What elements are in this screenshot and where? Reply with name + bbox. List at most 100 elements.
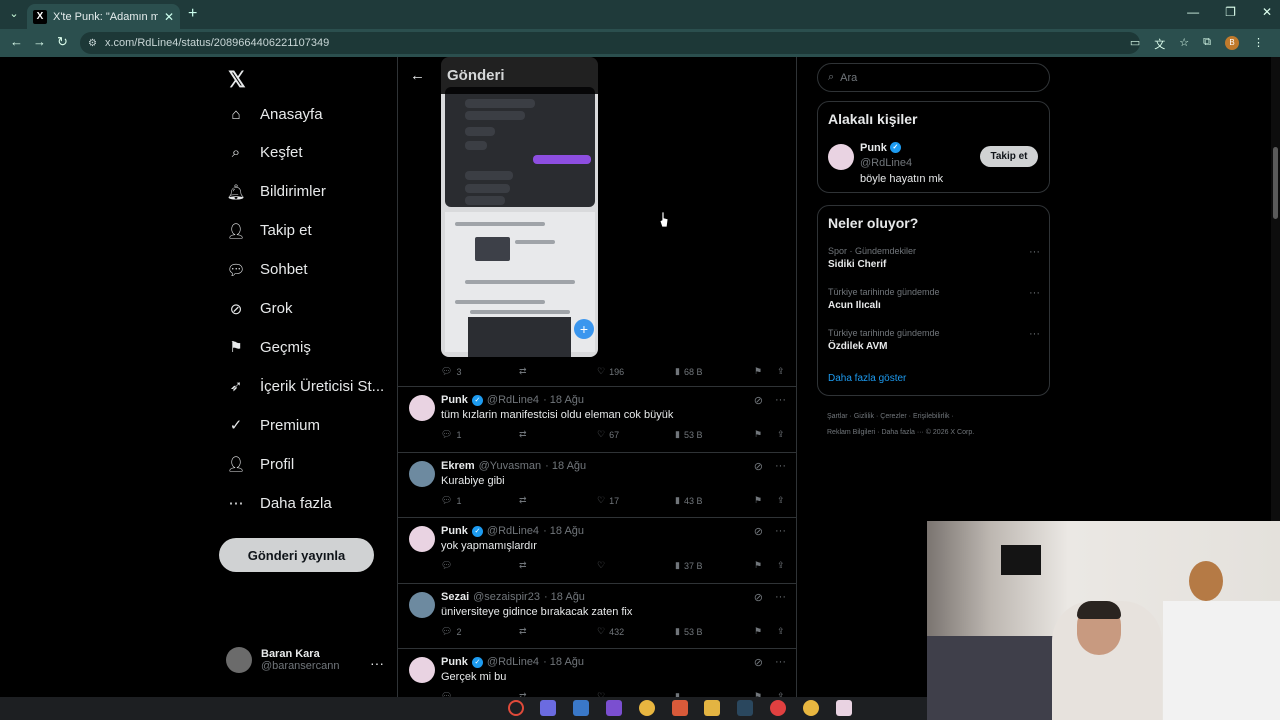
nav-item[interactable]: ➶ İçerik Üreticisi St...: [226, 376, 384, 396]
author-name[interactable]: Punk: [441, 656, 468, 668]
cast-icon[interactable]: ▭: [1130, 36, 1140, 52]
share-icon[interactable]: ⇪: [777, 429, 785, 440]
trend-more-icon[interactable]: ···: [1029, 328, 1040, 340]
reply-action[interactable]: 💬︎ 2: [441, 626, 461, 637]
views-action[interactable]: ▮ 43 B: [675, 495, 702, 506]
opera-icon[interactable]: [508, 700, 524, 716]
reply-action[interactable]: 💬︎ 3: [441, 366, 461, 377]
scrollbar-thumb[interactable]: [1273, 147, 1278, 219]
reply-action[interactable]: 💬︎: [441, 560, 456, 571]
author-handle[interactable]: @Yuvasman: [479, 460, 542, 472]
account-switcher[interactable]: Baran Kara @baransercann: [226, 647, 339, 673]
repost-icon[interactable]: ⇄: [519, 560, 527, 571]
page-scrollbar[interactable]: [1271, 57, 1280, 521]
more-options-icon[interactable]: ···: [775, 591, 786, 604]
more-options-icon[interactable]: ···: [775, 656, 786, 669]
chrome-icon[interactable]: [639, 700, 655, 716]
nav-item[interactable]: 👤︎ Profil: [226, 454, 294, 474]
trend-item[interactable]: Türkiye tarihinde gündemde Özdilek AVM ·…: [828, 328, 1040, 352]
reply-tweet[interactable]: Punk ✓ @RdLine4 · 18 Ağu ⊘ ··· Gerçek mi…: [398, 648, 796, 697]
reload-icon[interactable]: ↻: [57, 34, 68, 50]
nav-item[interactable]: ⚑ Geçmiş: [226, 337, 311, 357]
avatar[interactable]: [409, 657, 435, 683]
repost-icon[interactable]: ⇄: [519, 495, 527, 506]
share-icon[interactable]: ⇪: [777, 495, 785, 506]
nav-item[interactable]: ⊘ Grok: [226, 299, 293, 319]
follow-button[interactable]: Takip et: [980, 146, 1038, 167]
like-action[interactable]: ♡ 17: [597, 495, 619, 506]
app-icon[interactable]: [836, 700, 852, 716]
views-action[interactable]: ▮ 53 B: [675, 626, 702, 637]
folder-icon[interactable]: [704, 700, 720, 716]
close-tab-icon[interactable]: ✕: [164, 10, 174, 24]
show-more-link[interactable]: Daha fazla göster: [828, 373, 906, 384]
author-handle[interactable]: @RdLine4: [487, 394, 539, 406]
search-box[interactable]: ⌕: [817, 63, 1050, 92]
author-name[interactable]: Ekrem: [441, 460, 475, 472]
translate-icon[interactable]: 文: [1154, 36, 1165, 52]
avatar[interactable]: [409, 526, 435, 552]
address-bar[interactable]: ⚙ x.com/RdLine4/status/20896644062211073…: [80, 32, 1140, 54]
nav-item[interactable]: ⋯ Daha fazla: [226, 493, 332, 513]
repost-icon[interactable]: ⇄: [519, 626, 527, 637]
grok-icon[interactable]: ⊘: [754, 656, 763, 669]
nav-item[interactable]: 👤︎ Takip et: [226, 221, 311, 241]
app-icon[interactable]: [573, 700, 589, 716]
tweet-time[interactable]: · 18 Ağu: [543, 525, 584, 537]
share-icon[interactable]: ⇪: [777, 626, 785, 637]
steam-icon[interactable]: [737, 700, 753, 716]
grok-icon[interactable]: ⊘: [754, 591, 763, 604]
like-action[interactable]: ♡ 432: [597, 626, 624, 637]
reply-action[interactable]: 💬︎ 1: [441, 429, 461, 440]
author-handle[interactable]: @RdLine4: [487, 525, 539, 537]
trend-more-icon[interactable]: ···: [1029, 246, 1040, 258]
reply-tweet[interactable]: Punk ✓ @RdLine4 · 18 Ağu ⊘ ··· tüm kızla…: [398, 386, 796, 452]
tweet-time[interactable]: · 18 Ağu: [543, 394, 584, 406]
tweet-time[interactable]: · 18 Ağu: [543, 656, 584, 668]
views-action[interactable]: ▮ 37 B: [675, 560, 702, 571]
footer-line[interactable]: Reklam Bilgileri · Daha fazla ··· © 2026…: [827, 425, 1047, 441]
restore-icon[interactable]: ❐: [1225, 5, 1236, 19]
like-action[interactable]: ♡: [597, 560, 609, 571]
bookmark-icon[interactable]: ⚑: [754, 560, 762, 571]
avatar[interactable]: [409, 395, 435, 421]
reply-tweet[interactable]: Sezai @sezaispir23 · 18 Ağu ⊘ ··· üniver…: [398, 583, 796, 649]
nav-item[interactable]: ⌂ Anasayfa: [226, 104, 322, 124]
author-name[interactable]: Sezai: [441, 591, 469, 603]
search-input[interactable]: [840, 71, 1021, 84]
chrome-icon[interactable]: [803, 700, 819, 716]
trend-item[interactable]: Türkiye tarihinde gündemde Acun Ilıcalı …: [828, 287, 1040, 311]
menu-dots-icon[interactable]: ⋮: [1253, 36, 1264, 52]
more-options-icon[interactable]: ···: [775, 525, 786, 538]
nav-item[interactable]: 💬︎ Sohbet: [226, 260, 307, 280]
avatar[interactable]: [409, 461, 435, 487]
more-options-icon[interactable]: ···: [775, 394, 786, 407]
close-window-icon[interactable]: ✕: [1262, 5, 1272, 19]
app-icon[interactable]: [672, 700, 688, 716]
bookmark-icon[interactable]: ⚑: [754, 495, 762, 506]
profile-avatar-icon[interactable]: B: [1225, 36, 1239, 50]
visual-studio-icon[interactable]: [606, 700, 622, 716]
tweet-time[interactable]: · 18 Ağu: [544, 591, 585, 603]
author-handle[interactable]: @sezaispir23: [473, 591, 540, 603]
more-options-icon[interactable]: ···: [775, 460, 786, 473]
share-icon[interactable]: ⇪: [777, 366, 785, 377]
author-name[interactable]: Punk: [441, 394, 468, 406]
nav-item[interactable]: ✓ Premium: [226, 415, 320, 435]
author-name[interactable]: Punk: [441, 525, 468, 537]
footer-line[interactable]: Şartlar · Gizlilik · Çerezler · Erişileb…: [827, 409, 1047, 425]
site-info-icon[interactable]: ⚙: [88, 38, 97, 49]
grok-icon[interactable]: ⊘: [754, 525, 763, 538]
views-action[interactable]: ▮ 53 B: [675, 429, 702, 440]
trend-item[interactable]: Spor · Gündemdekiler Sidiki Cherif ···: [828, 246, 1040, 270]
reply-action[interactable]: 💬︎ 1: [441, 495, 461, 506]
tweet-time[interactable]: · 18 Ağu: [545, 460, 586, 472]
grok-icon[interactable]: ⊘: [754, 394, 763, 407]
x-logo-icon[interactable]: 𝕏: [228, 67, 246, 93]
avatar[interactable]: [409, 592, 435, 618]
trend-more-icon[interactable]: ···: [1029, 287, 1040, 299]
post-button[interactable]: Gönderi yayınla: [219, 538, 374, 572]
nav-item[interactable]: ⌕ Keşfet: [226, 143, 303, 163]
copilot-icon[interactable]: [540, 700, 556, 716]
share-icon[interactable]: ⇪: [777, 560, 785, 571]
